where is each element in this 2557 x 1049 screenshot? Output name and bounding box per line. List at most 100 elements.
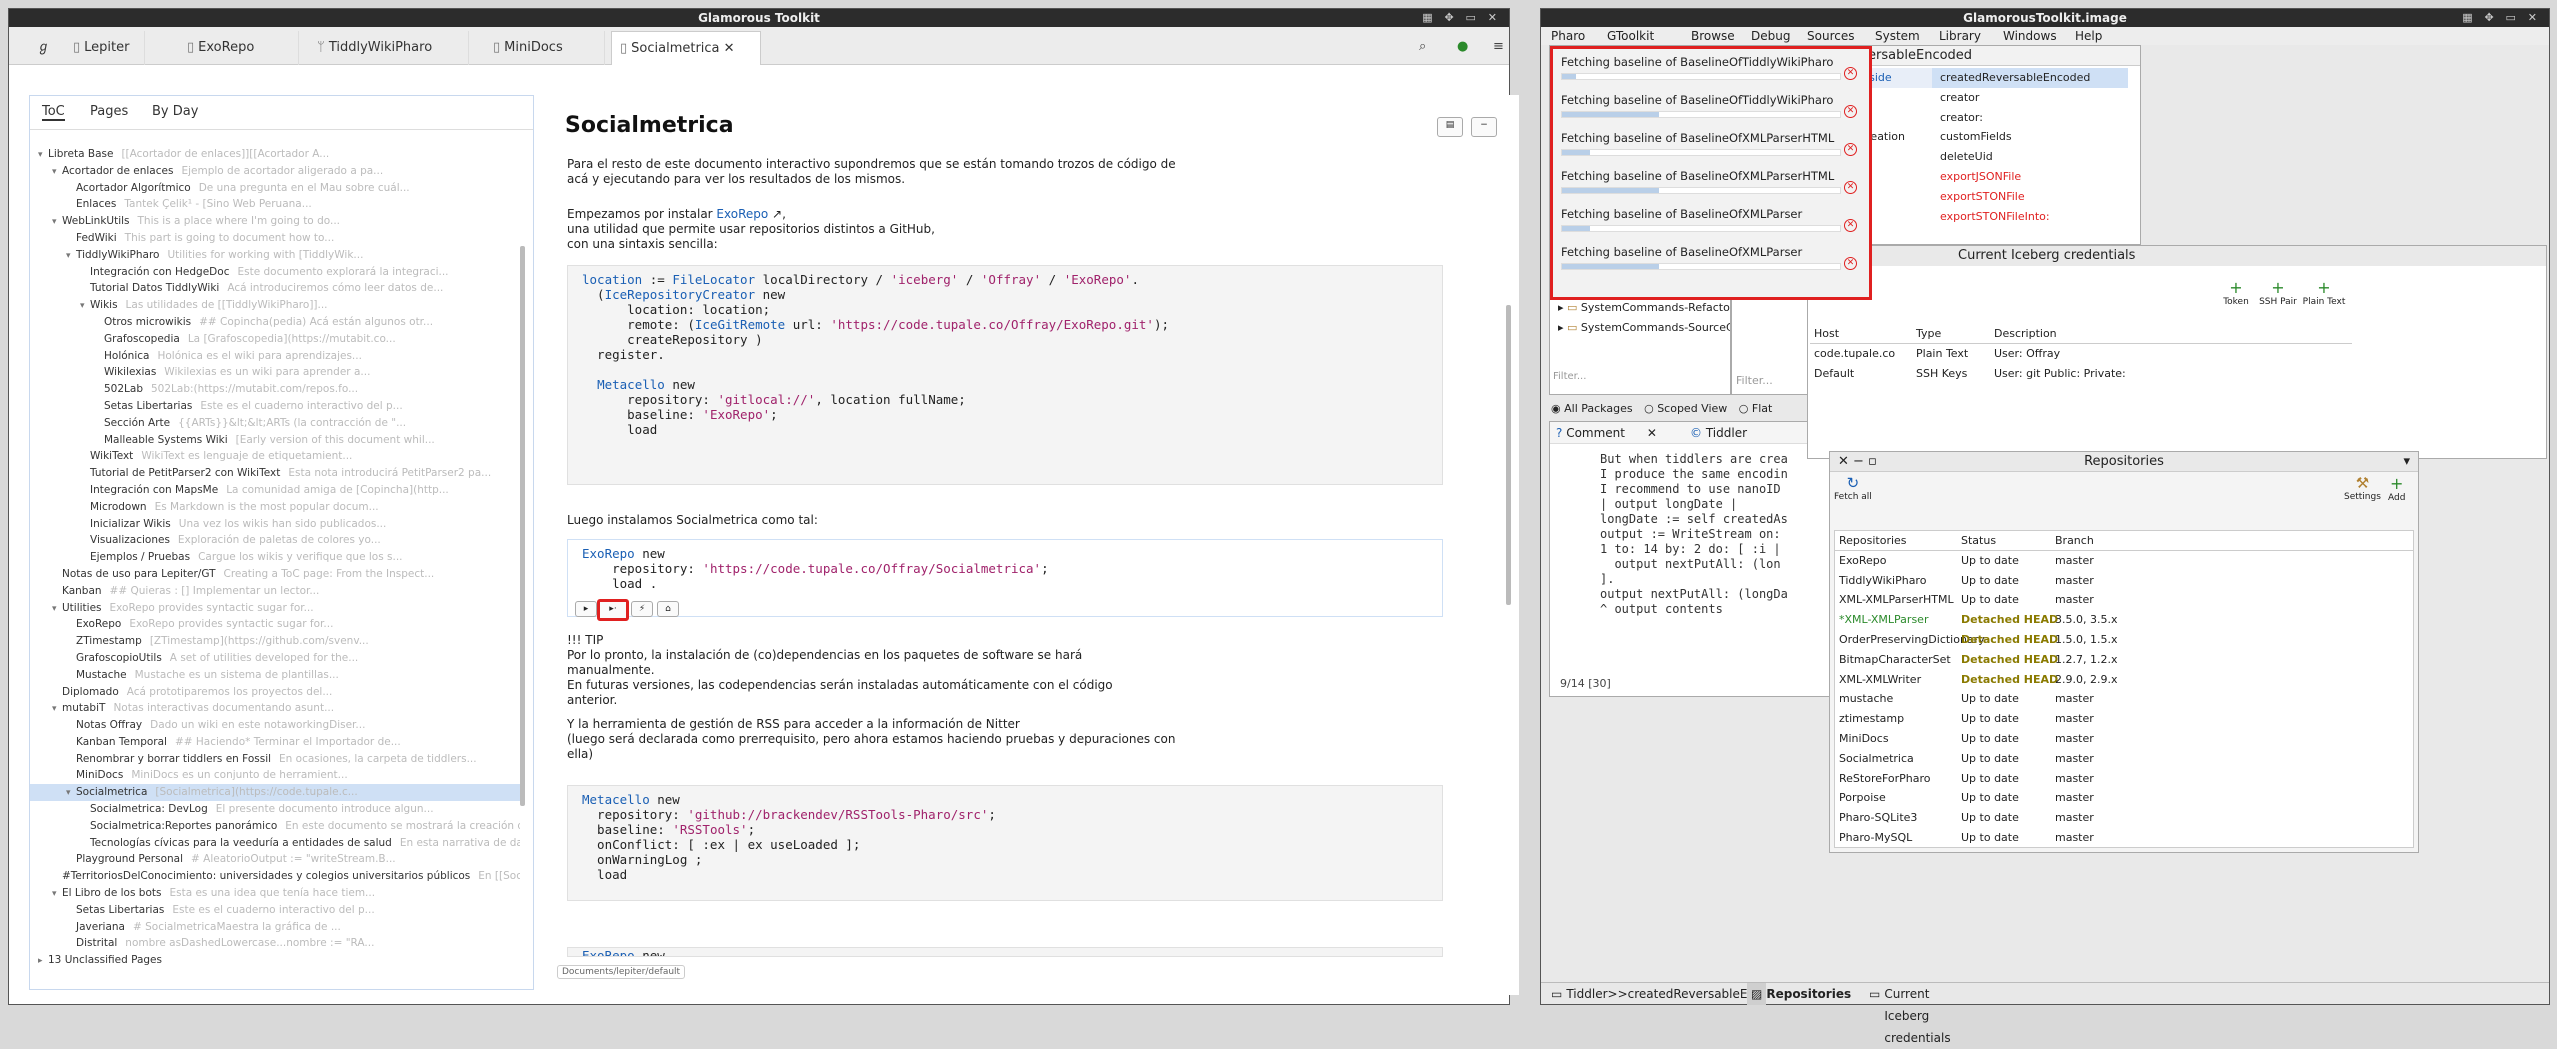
table-row[interactable]: ExoRepo Up to date master — [1835, 551, 2413, 571]
expand-icon[interactable]: ▸ — [1558, 321, 1567, 334]
method-item[interactable]: createdReversableEncoded — [1932, 68, 2128, 88]
table-row[interactable]: ztimestamp Up to date master — [1835, 709, 2413, 729]
table-row[interactable]: TiddlyWikiPharo Up to date master — [1835, 571, 2413, 591]
disclosure-icon[interactable]: ▾ — [52, 164, 62, 180]
add-ssh-button[interactable]: + SSH Pair — [2256, 278, 2300, 307]
toc-item[interactable]: ▾ El Libro de los bots Esta es una idea qu… — [30, 885, 520, 902]
toc-item[interactable]: ▾ Socialmetrica [Socialmetrica](https://co… — [30, 784, 520, 802]
toc-tree[interactable]: ▾ Libreta Base [[Acortador de enlaces]][[A… — [30, 146, 520, 986]
toc-item[interactable]: Integración con MapsMe La comunidad amiga… — [30, 482, 520, 499]
toc-item[interactable]: Otros microwikis ## Copincha(pedia) Acá e… — [30, 314, 520, 331]
disclosure-icon[interactable]: ▾ — [38, 147, 48, 163]
settings-button[interactable]: ⚒ Settings — [2344, 474, 2381, 502]
code-snippet-socialmetrica[interactable]: ExoRepo new repository: 'https://code.tu… — [567, 539, 1443, 617]
column-header[interactable]: Description — [1994, 324, 2057, 344]
add-plaintext-button[interactable]: + Plain Text — [2300, 278, 2348, 307]
repositories-table[interactable]: Repositories Status Branch ExoRepo Up to dat… — [1834, 530, 2414, 848]
taskbar-item-browser[interactable]: ▭ Tiddler>>createdReversableE... — [1547, 983, 1759, 1005]
radio-scoped-view[interactable]: ○ Scoped View — [1644, 402, 1727, 415]
tab-lepiter[interactable]: ▯ Lepiter — [65, 31, 145, 65]
cancel-icon[interactable]: ✕ — [1844, 143, 1857, 156]
browse-button[interactable]: ⌂ — [657, 601, 679, 617]
code-pane[interactable]: ? Comment ✕ © Tiddler But when tiddlers … — [1549, 421, 1849, 697]
table-row[interactable]: XML-XMLWriter Detached HEAD 2.9.0, 2.9.x — [1835, 670, 2413, 690]
method-item[interactable]: exportJSONFile — [1932, 167, 2128, 187]
toc-item[interactable]: Enlaces Tantek Çelik¹ - [Sino Web Peruana… — [30, 196, 520, 213]
toc-item[interactable]: Distrital nombre asDashedLowercase...nomb… — [30, 935, 520, 952]
toc-item[interactable]: Setas Libertarias Este es el cuaderno int… — [30, 902, 520, 919]
method-item[interactable]: exportSTONFile — [1932, 187, 2128, 207]
toc-item[interactable]: GrafoscopioUtils A set of utilities devel… — [30, 650, 520, 667]
radio-all-packages[interactable]: ◉ All Packages — [1551, 402, 1633, 415]
cancel-icon[interactable]: ✕ — [1844, 181, 1857, 194]
toc-item[interactable]: 502Lab 502Lab:(https://mutabit.com/repos.… — [30, 381, 520, 398]
menu-system[interactable]: System — [1875, 27, 1920, 45]
disclosure-icon[interactable]: ▾ — [66, 248, 76, 264]
toc-item[interactable]: Mustache Mustache es un sistema de planti… — [30, 667, 520, 684]
tab-by-day[interactable]: By Day — [152, 104, 198, 119]
table-row[interactable]: BitmapCharacterSet Detached HEAD 1.2.7, 1.… — [1835, 650, 2413, 670]
toc-item[interactable]: Tutorial de PetitParser2 con WikiText Est… — [30, 465, 520, 482]
inspect-button[interactable]: ▸· — [597, 599, 629, 621]
menu-icon[interactable]: ≡ — [1493, 39, 1504, 54]
tab-toc[interactable]: ToC — [42, 104, 65, 121]
code-snippet-rsstools[interactable]: Metacello new repository: 'github://brac… — [567, 785, 1443, 901]
menu-pharo[interactable]: Pharo — [1551, 27, 1585, 45]
tab-tiddler[interactable]: © Tiddler — [1690, 422, 1747, 444]
package-item[interactable]: ▸ ▭ SystemCommands-Refactorin — [1550, 298, 1730, 318]
cancel-icon[interactable]: ✕ — [1844, 219, 1857, 232]
taskbar-item-credentials[interactable]: ▭ Current Iceberg credentials — [1865, 983, 1951, 1045]
toc-item[interactable]: Tecnologías cívicas para la veeduría a e… — [30, 835, 520, 852]
tab-tiddlywikipharo[interactable]: ᛘ TiddlyWikiPharo — [309, 31, 469, 65]
method-item[interactable]: creator: — [1932, 108, 2128, 128]
table-row[interactable]: OrderPreservingDictionary Detached HEAD 1.… — [1835, 630, 2413, 650]
clipboard-icon[interactable]: ▤ — [1437, 117, 1463, 137]
table-row[interactable]: Default SSH Keys User: git Public: Private… — [1810, 364, 2352, 384]
toc-item[interactable]: MiniDocs MiniDocs es un conjunto de herra… — [30, 767, 520, 784]
disclosure-icon[interactable]: ▸ — [38, 953, 48, 969]
toc-item[interactable]: Visualizaciones Exploración de paletas de… — [30, 532, 520, 549]
add-repository-button[interactable]: + Add — [2388, 474, 2405, 503]
disclosure-icon[interactable]: ▾ — [52, 601, 62, 617]
radio-flat[interactable]: ○ Flat — [1739, 402, 1773, 415]
tab-comment[interactable]: ? Comment ✕ — [1556, 422, 1657, 444]
toc-item[interactable]: Setas Libertarias Este es el cuaderno int… — [30, 398, 520, 415]
toc-item[interactable]: FedWiki This part is going to document ho… — [30, 230, 520, 247]
menu-browse[interactable]: Browse — [1691, 27, 1735, 45]
menu-debug[interactable]: Debug — [1751, 27, 1790, 45]
table-row[interactable]: Porpoise Up to date master — [1835, 788, 2413, 808]
cancel-icon[interactable]: ✕ — [1844, 105, 1857, 118]
chevron-down-icon[interactable]: ▾ — [2403, 452, 2410, 472]
window-controls[interactable]: ▦ ✥ ▭ ✕ — [2462, 9, 2541, 27]
tab-minidocs[interactable]: ▯ MiniDocs — [485, 31, 605, 65]
toc-item[interactable]: ▾ WebLinkUtils This is a place where I'm g… — [30, 213, 520, 230]
scope-radios[interactable]: ◉ All Packages ○ Scoped View ○ Flat — [1551, 399, 1772, 419]
toc-item[interactable]: ▾ mutabiT Notas interactivas documentando … — [30, 700, 520, 717]
table-row[interactable]: Pharo-SQLite3 Up to date master — [1835, 808, 2413, 828]
source-line[interactable]: I recommend to use nanoID — [1600, 482, 1848, 497]
menu-library[interactable]: Library — [1939, 27, 1981, 45]
toc-item[interactable]: Javeriana # SocialmetricaMaestra la gráfi… — [30, 919, 520, 936]
column-header[interactable]: Status — [1961, 531, 1996, 551]
toc-item[interactable]: ExoRepo ExoRepo provides syntactic sugar … — [30, 616, 520, 633]
toc-item[interactable]: Acortador Algorítmico De una pregunta en … — [30, 180, 520, 197]
column-header[interactable]: Host — [1814, 324, 1839, 344]
method-item[interactable]: creator — [1932, 88, 2128, 108]
source-line[interactable]: I produce the same encodin — [1600, 467, 1848, 482]
toc-item[interactable]: Wikilexias Wikilexias es un wiki para apr… — [30, 364, 520, 381]
toc-item[interactable]: #TerritoriosDelConocimiento: universidad… — [30, 868, 520, 885]
disclosure-icon[interactable]: ▾ — [66, 785, 76, 801]
toc-item[interactable]: Kanban Temporal ## Haciendo* Terminar el … — [30, 734, 520, 751]
source-line[interactable]: ^ output contents — [1600, 602, 1848, 617]
source-line[interactable]: | output longDate | — [1600, 497, 1848, 512]
toc-item[interactable]: Tutorial Datos TiddlyWiki Acá introducire… — [30, 280, 520, 297]
toc-item[interactable]: Inicializar Wikis Una vez los wikis han s… — [30, 516, 520, 533]
toc-item[interactable]: Playground Personal # AleatorioOutput := … — [30, 851, 520, 868]
page-scrollbar[interactable] — [1506, 305, 1511, 605]
source-line[interactable]: 1 to: 14 by: 2 do: [ :i | — [1600, 542, 1848, 557]
credentials-table[interactable]: Host Type Description code.tupale.co Plain T… — [1810, 324, 2352, 454]
exorepo-link[interactable]: ExoRepo — [716, 207, 768, 221]
disclosure-icon[interactable]: ▾ — [52, 214, 62, 230]
table-row[interactable]: XML-XMLParserHTML Up to date master — [1835, 590, 2413, 610]
disclosure-icon[interactable]: ▾ — [52, 886, 62, 902]
